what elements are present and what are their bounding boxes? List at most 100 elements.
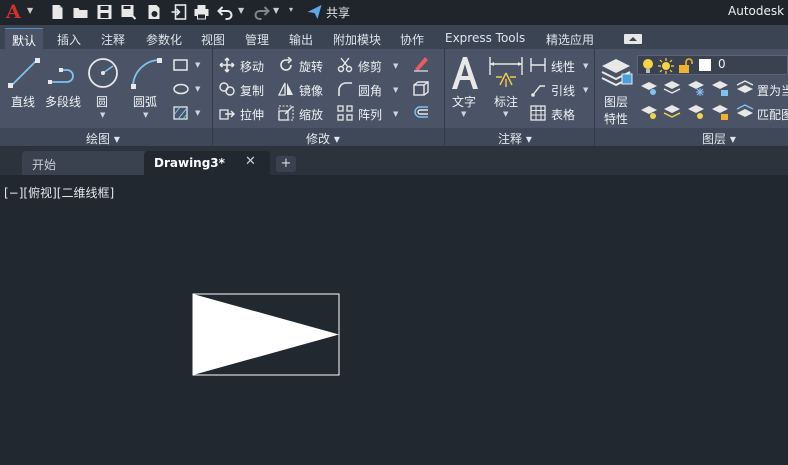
scale-button[interactable]: 缩放 xyxy=(299,106,323,123)
layer-on-all-icon[interactable] xyxy=(640,104,658,120)
match-layer-button[interactable]: 匹配图 xyxy=(757,106,788,123)
doc-tab-start[interactable]: 开始 xyxy=(22,151,147,175)
new-file-icon[interactable] xyxy=(49,4,66,20)
plot-printer-icon[interactable] xyxy=(193,4,210,20)
trim-button[interactable]: 修剪 xyxy=(358,58,382,75)
text-dropdown-chevron-icon[interactable]: ▼ xyxy=(461,110,466,118)
text-tool-icon[interactable] xyxy=(449,55,481,91)
save-as-icon[interactable] xyxy=(120,4,137,20)
drawn-triangle-fill[interactable] xyxy=(193,294,339,375)
text-button[interactable]: 文字 xyxy=(452,93,476,110)
layer-dropdown[interactable]: 0 xyxy=(637,55,788,75)
array-button[interactable]: 阵列 xyxy=(358,106,382,123)
draw-panel-label[interactable]: 绘图 ▾ xyxy=(86,130,120,147)
copy-button[interactable]: 复制 xyxy=(240,82,264,99)
layer-unisolate-icon[interactable] xyxy=(663,104,681,120)
trim-dropdown-chevron-icon[interactable]: ▼ xyxy=(393,62,398,70)
tab-addins[interactable]: 附加模块 xyxy=(333,31,381,48)
tab-featured-apps[interactable]: 精选应用 xyxy=(546,31,594,48)
annotation-panel-label[interactable]: 注释 ▾ xyxy=(498,130,532,147)
tab-insert[interactable]: 插入 xyxy=(57,31,81,48)
redo-icon[interactable] xyxy=(253,4,270,20)
dimension-button[interactable]: 标注 xyxy=(494,93,518,110)
rotate-icon xyxy=(280,57,293,71)
drawing-canvas[interactable]: [−][俯视][二维线框] xyxy=(0,175,788,465)
circle-tool-icon[interactable] xyxy=(86,56,120,90)
hatch-dropdown-chevron-icon[interactable]: ▼ xyxy=(195,109,200,117)
match-layer-icon[interactable] xyxy=(736,104,754,120)
fillet-dropdown-chevron-icon[interactable]: ▼ xyxy=(393,86,398,94)
linear-dimension-button[interactable]: 线性 xyxy=(551,58,575,75)
polyline-tool-icon[interactable] xyxy=(47,58,81,88)
layer-properties-label-2[interactable]: 特性 xyxy=(604,110,628,127)
minimize-ribbon-icon[interactable] xyxy=(624,34,642,44)
table-button[interactable]: 表格 xyxy=(551,106,575,123)
linear-dropdown-chevron-icon[interactable]: ▼ xyxy=(583,62,588,70)
rotate-button[interactable]: 旋转 xyxy=(299,58,323,75)
hatch-tool-icon[interactable] xyxy=(173,106,189,120)
explode-icon[interactable] xyxy=(412,80,430,98)
publish-web-icon[interactable] xyxy=(145,4,162,20)
ellipse-dropdown-chevron-icon[interactable]: ▼ xyxy=(195,85,200,93)
tab-default[interactable]: 默认 xyxy=(5,28,44,49)
trim-scissors-icon xyxy=(337,57,353,73)
layer-off-icon[interactable] xyxy=(640,80,658,96)
tab-annotate[interactable]: 注释 xyxy=(101,31,125,48)
arc-button[interactable]: 圆弧 xyxy=(133,93,157,110)
layer-properties-label-1[interactable]: 图层 xyxy=(604,93,628,110)
close-tab-icon[interactable]: ✕ xyxy=(245,154,256,169)
tab-manage[interactable]: 管理 xyxy=(245,31,269,48)
leader-button[interactable]: 引线 xyxy=(551,82,575,99)
customize-qat-chevron-icon[interactable]: ▾ xyxy=(289,5,293,14)
mirror-button[interactable]: 镜像 xyxy=(299,82,323,99)
layer-properties-icon[interactable] xyxy=(598,54,634,90)
redo-dropdown-chevron-icon[interactable]: ▼ xyxy=(273,6,279,15)
import-icon[interactable] xyxy=(170,4,187,20)
layer-thaw-all-icon[interactable] xyxy=(687,104,705,120)
tab-express-tools[interactable]: Express Tools xyxy=(445,31,525,45)
share-paperplane-icon[interactable] xyxy=(306,4,323,20)
application-menu-chevron-icon[interactable]: ▼ xyxy=(27,6,33,15)
layer-lock-icon[interactable] xyxy=(711,80,729,96)
undo-icon[interactable] xyxy=(217,4,234,20)
rectangle-tool-icon[interactable] xyxy=(173,58,189,72)
modify-panel-label[interactable]: 修改 ▾ xyxy=(306,130,340,147)
array-dropdown-chevron-icon[interactable]: ▼ xyxy=(393,110,398,118)
leader-dropdown-chevron-icon[interactable]: ▼ xyxy=(583,86,588,94)
tab-output[interactable]: 输出 xyxy=(289,31,313,48)
application-menu-logo[interactable]: A xyxy=(6,1,21,23)
arc-dropdown-chevron-icon[interactable]: ▼ xyxy=(143,111,148,119)
set-current-layer-icon[interactable] xyxy=(736,80,754,96)
tab-collaborate[interactable]: 协作 xyxy=(400,31,424,48)
line-button[interactable]: 直线 xyxy=(11,93,35,110)
layer-isolate-icon[interactable] xyxy=(663,80,681,96)
polyline-button[interactable]: 多段线 xyxy=(45,93,81,110)
tab-view[interactable]: 视图 xyxy=(201,31,225,48)
line-tool-icon[interactable] xyxy=(7,56,41,90)
rectangle-dropdown-chevron-icon[interactable]: ▼ xyxy=(195,61,200,69)
layers-panel-label[interactable]: 图层 ▾ xyxy=(702,130,736,147)
drawn-shape[interactable] xyxy=(192,293,340,376)
open-folder-icon[interactable] xyxy=(72,4,89,20)
dimension-dropdown-chevron-icon[interactable]: ▼ xyxy=(503,110,508,118)
tab-parametric[interactable]: 参数化 xyxy=(146,31,182,48)
arc-tool-icon[interactable] xyxy=(129,56,163,90)
save-icon[interactable] xyxy=(96,4,113,20)
doc-tab-drawing3[interactable]: Drawing3* ✕ xyxy=(144,151,270,175)
erase-icon[interactable] xyxy=(412,55,430,73)
layer-unlock-all-icon[interactable] xyxy=(711,104,729,120)
circle-dropdown-chevron-icon[interactable]: ▼ xyxy=(100,111,105,119)
new-tab-button[interactable]: + xyxy=(276,156,296,172)
set-current-button[interactable]: 置为当 xyxy=(757,82,788,99)
circle-button[interactable]: 圆 xyxy=(96,93,108,110)
move-button[interactable]: 移动 xyxy=(240,58,264,75)
viewport-controls-label[interactable]: [−][俯视][二维线框] xyxy=(4,184,114,201)
undo-dropdown-chevron-icon[interactable]: ▼ xyxy=(238,6,244,15)
dimension-tool-icon[interactable] xyxy=(488,55,524,91)
layer-freeze-icon[interactable] xyxy=(687,80,705,96)
stretch-button[interactable]: 拉伸 xyxy=(240,106,264,123)
offset-icon[interactable] xyxy=(412,104,430,122)
ellipse-tool-icon[interactable] xyxy=(173,82,189,96)
fillet-button[interactable]: 圆角 xyxy=(358,82,382,99)
share-button[interactable]: 共享 xyxy=(326,4,350,21)
